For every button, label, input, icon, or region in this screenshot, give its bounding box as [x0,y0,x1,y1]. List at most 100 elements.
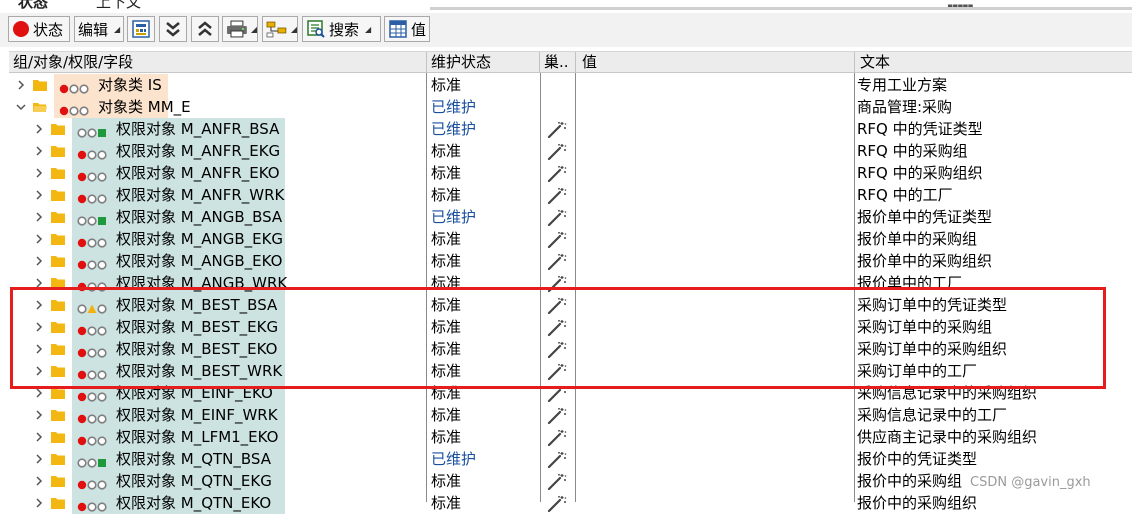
table-icon [389,20,407,38]
tree-row-name: 权限对象 M_ANGB_EKG [116,230,284,248]
tree-row[interactable]: 权限对象 M_ANGB_EKG 标准 报价单中的采购组 [0,228,1132,250]
edit-button-label: 编辑 [78,20,109,39]
chevron-right-icon[interactable] [33,409,45,421]
tree-row[interactable]: 权限对象 M_EINF_WRK 标准 采购信息记录中的工厂 [0,404,1132,426]
folder-icon [33,80,47,91]
status-button[interactable]: 状态 [8,16,70,42]
collapse-all-icon [198,21,212,36]
row-description: 报价单中的采购组 [857,230,978,248]
maintenance-status: 标准 [431,230,462,248]
column-separator[interactable] [575,52,576,72]
maintenance-status: 标准 [431,406,462,424]
tree-layout-icon [266,21,287,38]
folder-icon [51,256,65,267]
magic-wand-icon[interactable] [547,121,567,138]
tree-row[interactable]: 权限对象 M_QTN_EKG 标准 报价中的采购组 [0,470,1132,492]
magic-wand-icon[interactable] [547,451,567,468]
magic-wand-icon[interactable] [547,231,567,248]
row-description: RFQ 中的工厂 [857,186,953,204]
tree-button[interactable]: ◢ [262,16,298,42]
chevron-right-icon[interactable] [33,497,45,509]
magic-wand-icon[interactable] [547,473,567,490]
folder-icon [51,146,65,157]
chevron-right-icon[interactable] [33,255,45,267]
maintenance-status: 已维护 [431,450,477,468]
dropdown-arrow-icon[interactable]: ◢ [365,25,371,34]
search-icon [307,20,325,38]
tree-row[interactable]: 对象类 MM_E 已维护 商品管理:采购 [0,96,1132,118]
magic-wand-icon[interactable] [547,209,567,226]
folder-icon [51,190,65,201]
column-status[interactable]: 维护状态 [431,52,491,72]
magic-wand-icon[interactable] [547,187,567,204]
value-button[interactable]: 值 [384,16,430,42]
calc-button[interactable] [127,16,155,42]
tree-row-name: 权限对象 M_ANFR_BSA [116,120,280,138]
tree-row-name: 权限对象 M_LFM1_EKO [116,428,279,446]
folder-icon [51,432,65,443]
magic-wand-icon[interactable] [547,143,567,160]
row-description: RFQ 中的采购组 [857,142,968,160]
title-bar-line [430,7,1132,10]
chevron-right-icon[interactable] [33,167,45,179]
tree-row-name: 权限对象 M_ANFR_EKG [116,142,281,160]
tree-row[interactable]: 权限对象 M_LFM1_EKO 标准 供应商主记录中的采购组织 [0,426,1132,448]
edit-button[interactable]: 编辑 ◢ [74,16,124,42]
column-separator[interactable] [426,52,427,72]
tree-row[interactable]: 对象类 IS 标准 专用工业方案 [0,74,1132,96]
folder-icon [51,168,65,179]
maintenance-status: 标准 [431,164,462,182]
column-header: 组/对象/权限/字段 维护状态 巢.. 值 文本 [9,51,1132,73]
tree-row[interactable]: 权限对象 M_ANGB_EKO 标准 报价单中的采购组织 [0,250,1132,272]
magic-wand-icon[interactable] [547,165,567,182]
dropdown-arrow-icon[interactable]: ◢ [291,25,297,34]
chevron-right-icon[interactable] [33,233,45,245]
dropdown-arrow-icon[interactable]: ◢ [251,25,257,34]
column-tree[interactable]: 组/对象/权限/字段 [13,52,133,72]
column-field[interactable]: 巢.. [544,52,569,72]
column-separator[interactable] [539,52,540,72]
magic-wand-icon[interactable] [547,429,567,446]
collapse-button[interactable] [191,16,219,42]
folder-icon [51,410,65,421]
tree-row-name: 权限对象 M_QTN_EKO [116,494,272,512]
chevron-down-icon[interactable] [15,101,27,113]
tree-row[interactable]: 权限对象 M_ANFR_EKO 标准 RFQ 中的采购组织 [0,162,1132,184]
row-description: 专用工业方案 [857,76,948,94]
stoplight-red-icon [13,21,29,37]
tree-row[interactable]: 权限对象 M_QTN_EKO 标准 报价中的采购组织 [0,492,1132,514]
folder-icon [51,454,65,465]
chevron-right-icon[interactable] [33,211,45,223]
search-button-label: 搜索 [329,20,360,39]
tree-row[interactable]: 权限对象 M_ANFR_WRK 标准 RFQ 中的工厂 [0,184,1132,206]
tree-row[interactable]: 权限对象 M_ANFR_BSA 已维护 RFQ 中的凭证类型 [0,118,1132,140]
tree-row[interactable]: 权限对象 M_QTN_BSA 已维护 报价中的凭证类型 [0,448,1132,470]
chevron-right-icon[interactable] [33,189,45,201]
magic-wand-icon[interactable] [547,407,567,424]
chevron-right-icon[interactable] [33,475,45,487]
dropdown-arrow-icon[interactable]: ◢ [114,25,120,34]
column-text[interactable]: 文本 [860,52,890,72]
chevron-right-icon[interactable] [33,123,45,135]
expand-button[interactable] [159,16,187,42]
tree-row[interactable]: 权限对象 M_ANFR_EKG 标准 RFQ 中的采购组 [0,140,1132,162]
print-button[interactable]: ◢ [222,16,258,42]
tree-row-name: 权限对象 M_ANGB_EKO [116,252,283,270]
top-window-strip: 状态 上下文 ▪▪▪▪▪ [0,0,1132,10]
maintenance-status: 标准 [431,76,462,94]
chevron-right-icon[interactable] [33,453,45,465]
status-lights-icon [77,502,107,512]
chevron-right-icon[interactable] [33,431,45,443]
search-button[interactable]: 搜索 ◢ [302,16,381,42]
chevron-right-icon[interactable] [15,79,27,91]
maintenance-status: 标准 [431,142,462,160]
chevron-right-icon[interactable] [33,145,45,157]
column-value[interactable]: 值 [582,52,597,72]
value-button-label: 值 [410,20,426,39]
tree-row[interactable]: 权限对象 M_ANGB_BSA 已维护 报价单中的凭证类型 [0,206,1132,228]
maintenance-status: 标准 [431,428,462,446]
magic-wand-icon[interactable] [547,253,567,270]
folder-icon [51,498,65,509]
magic-wand-icon[interactable] [547,495,567,512]
column-separator[interactable] [854,52,855,72]
